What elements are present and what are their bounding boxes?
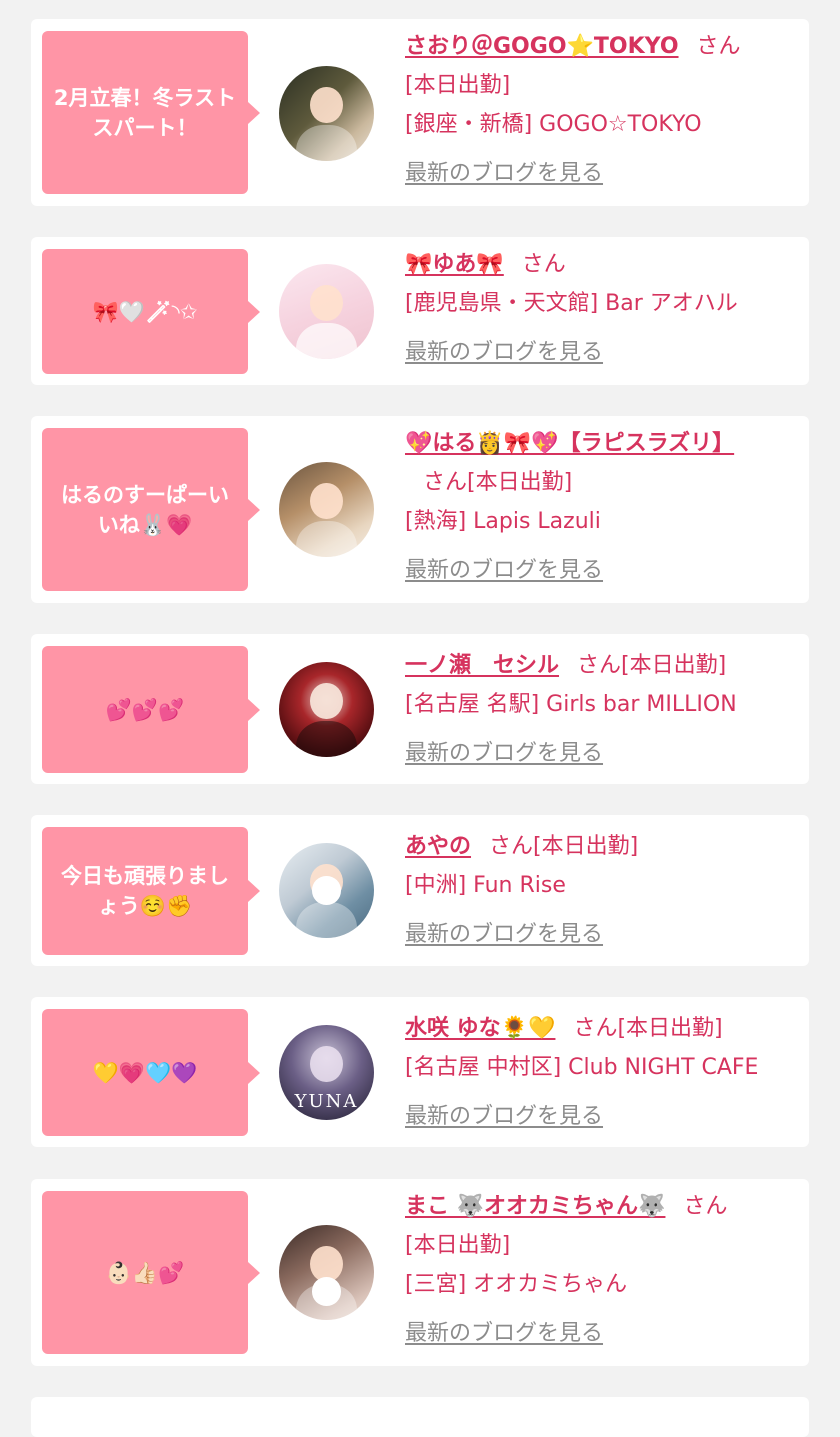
message-bubble: 2月立春！冬ラストスパート！ bbox=[42, 31, 260, 194]
cast-name-link[interactable]: まこ 🐺オオカミちゃん🐺 bbox=[405, 1194, 665, 1219]
cast-info: 🎀ゆあ🎀 さん [鹿児島県・天文館] Bar アオハル 最新のブログを見る bbox=[405, 245, 797, 372]
honorific: さん bbox=[521, 252, 566, 277]
cast-info: あやの さん[本日出勤] [中洲] Fun Rise 最新のブログを見る bbox=[405, 827, 797, 954]
cast-card[interactable]: はるのすーぱーいいね🐰💗 💖はる👸🎀💖【ラピスラズリ】さん[本日出勤] [熱海]… bbox=[31, 416, 809, 603]
avatar[interactable] bbox=[279, 662, 374, 757]
message-bubble: 👶🏻👍🏻💕 bbox=[42, 1191, 260, 1354]
honorific: さん bbox=[423, 470, 468, 495]
message-text: 今日も頑張りましょう☺️✊ bbox=[61, 864, 229, 918]
avatar[interactable] bbox=[279, 1225, 374, 1320]
message-text: 🎀🤍🪄︎︎◝✩ bbox=[92, 299, 198, 324]
attendance-status: [本日出勤] bbox=[467, 470, 573, 495]
cast-card[interactable]: 💛💗🩵💜 YUNA 水咲 ゆな🌻💛 さん[本日出勤] [名古屋 中村区] Club… bbox=[31, 997, 809, 1147]
latest-blog-link[interactable]: 最新のブログを見る bbox=[405, 340, 603, 365]
cast-info: まこ 🐺オオカミちゃん🐺 さん [本日出勤] [三宮] オオカミちゃん 最新のブロ… bbox=[405, 1187, 797, 1353]
cast-name-link[interactable]: 水咲 ゆな🌻💛 bbox=[405, 1016, 555, 1041]
honorific: さん bbox=[573, 1016, 618, 1041]
attendance-status: [本日出勤] bbox=[533, 834, 639, 859]
cast-card[interactable]: 🎀🤍🪄︎︎◝✩ 🎀ゆあ🎀 さん [鹿児島県・天文館] Bar アオハル 最新のブロ… bbox=[31, 237, 809, 385]
shop-name: [熱海] Lapis Lazuli bbox=[405, 509, 601, 534]
message-text: 2月立春！冬ラストスパート！ bbox=[53, 85, 237, 140]
avatar[interactable]: YUNA bbox=[279, 1025, 374, 1120]
honorific: さん bbox=[577, 653, 622, 678]
cast-card[interactable]: 2月立春！冬ラストスパート！ さおり＠GOGO⭐TOKYO さん [本日出勤] [… bbox=[31, 19, 809, 206]
cast-info: 💖はる👸🎀💖【ラピスラズリ】さん[本日出勤] [熱海] Lapis Lazuli… bbox=[405, 424, 797, 590]
cast-name-link[interactable]: 🎀ゆあ🎀 bbox=[405, 252, 504, 277]
latest-blog-link[interactable]: 最新のブログを見る bbox=[405, 922, 603, 947]
cast-name-link[interactable]: 💖はる👸🎀💖【ラピスラズリ】 bbox=[405, 431, 734, 456]
shop-name: [銀座・新橋] GOGO☆TOKYO bbox=[405, 112, 702, 137]
shop-name: [名古屋 名駅] Girls bar MILLION bbox=[405, 692, 737, 717]
cast-card[interactable]: 👶🏻👍🏻💕 まこ 🐺オオカミちゃん🐺 さん [本日出勤] [三宮] オオカミちゃん… bbox=[31, 1179, 809, 1366]
avatar-caption: YUNA bbox=[294, 1091, 359, 1112]
message-text: 👶🏻👍🏻💕 bbox=[105, 1260, 185, 1285]
shop-name: [中洲] Fun Rise bbox=[405, 873, 566, 898]
message-text: はるのすーぱーいいね🐰💗 bbox=[61, 482, 229, 537]
attendance-status: [本日出勤] bbox=[405, 1233, 511, 1258]
shop-name: [名古屋 中村区] Club NIGHT CAFE bbox=[405, 1055, 759, 1080]
avatar[interactable] bbox=[279, 462, 374, 557]
honorific: さん bbox=[489, 834, 534, 859]
latest-blog-link[interactable]: 最新のブログを見る bbox=[405, 161, 603, 186]
message-text: 💛💗🩵💜 bbox=[92, 1060, 198, 1085]
cast-card[interactable]: 💕💕💕 一ノ瀬 セシル さん[本日出勤] [名古屋 名駅] Girls bar M… bbox=[31, 634, 809, 784]
avatar[interactable] bbox=[279, 843, 374, 938]
latest-blog-link[interactable]: 最新のブログを見る bbox=[405, 558, 603, 583]
message-text: 💕💕💕 bbox=[105, 697, 185, 722]
message-bubble: 💕💕💕 bbox=[42, 646, 260, 773]
cast-blog-list: 2月立春！冬ラストスパート！ さおり＠GOGO⭐TOKYO さん [本日出勤] [… bbox=[0, 0, 840, 1437]
latest-blog-link[interactable]: 最新のブログを見る bbox=[405, 1104, 603, 1129]
message-bubble: はるのすーぱーいいね🐰💗 bbox=[42, 428, 260, 591]
shop-name: [鹿児島県・天文館] Bar アオハル bbox=[405, 291, 738, 316]
cast-card[interactable]: 今日も頑張りましょう☺️✊ あやの さん[本日出勤] [中洲] Fun Rise … bbox=[31, 815, 809, 966]
cast-name-link[interactable]: あやの bbox=[405, 834, 471, 859]
honorific: さん bbox=[683, 1194, 728, 1219]
avatar[interactable] bbox=[279, 66, 374, 161]
message-bubble: 今日も頑張りましょう☺️✊ bbox=[42, 827, 260, 955]
attendance-status: [本日出勤] bbox=[621, 653, 727, 678]
cast-info: 水咲 ゆな🌻💛 さん[本日出勤] [名古屋 中村区] Club NIGHT CAF… bbox=[405, 1009, 797, 1136]
attendance-status: [本日出勤] bbox=[405, 73, 511, 98]
cast-name-link[interactable]: 一ノ瀬 セシル bbox=[405, 653, 559, 678]
cast-card[interactable] bbox=[31, 1397, 809, 1437]
cast-name-link[interactable]: さおり＠GOGO⭐TOKYO bbox=[405, 34, 679, 59]
latest-blog-link[interactable]: 最新のブログを見る bbox=[405, 741, 603, 766]
honorific: さん bbox=[696, 34, 741, 59]
cast-info: 一ノ瀬 セシル さん[本日出勤] [名古屋 名駅] Girls bar MILLI… bbox=[405, 646, 797, 773]
message-bubble: 💛💗🩵💜 bbox=[42, 1009, 260, 1136]
cast-info: さおり＠GOGO⭐TOKYO さん [本日出勤] [銀座・新橋] GOGO☆TOK… bbox=[405, 27, 797, 193]
latest-blog-link[interactable]: 最新のブログを見る bbox=[405, 1321, 603, 1346]
message-bubble: 🎀🤍🪄︎︎◝✩ bbox=[42, 249, 260, 374]
shop-name: [三宮] オオカミちゃん bbox=[405, 1272, 628, 1297]
avatar[interactable] bbox=[279, 264, 374, 359]
attendance-status: [本日出勤] bbox=[617, 1016, 723, 1041]
